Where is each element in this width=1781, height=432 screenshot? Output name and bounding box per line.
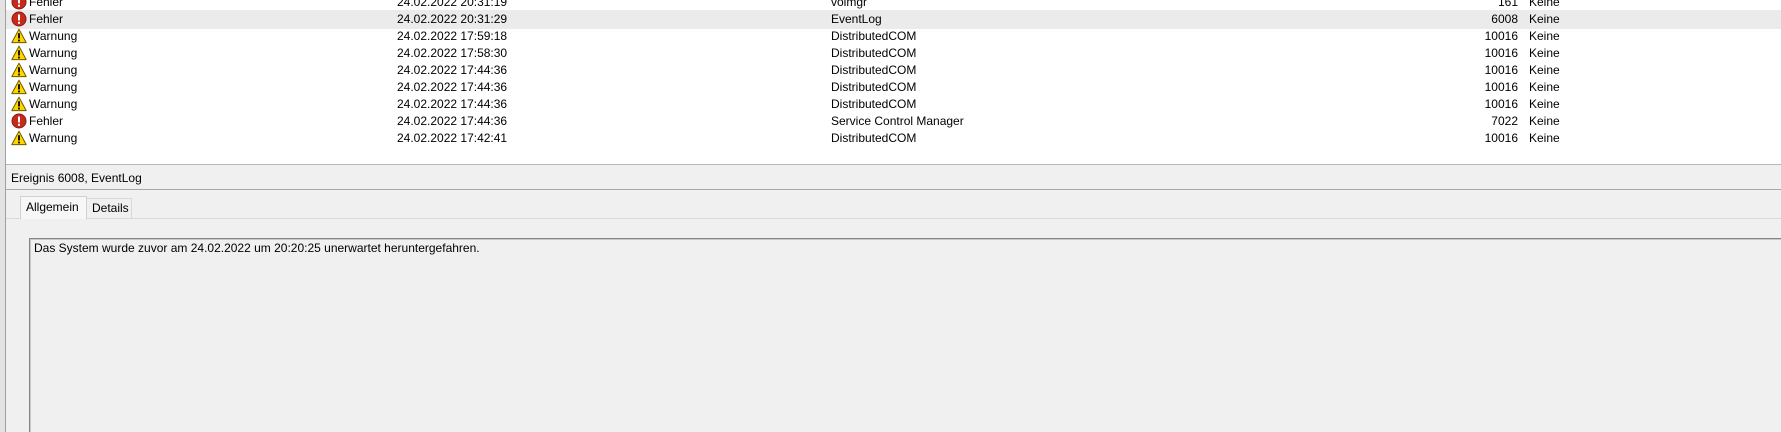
event-level-label: Warnung xyxy=(29,80,78,94)
event-level-label: Fehler xyxy=(29,12,64,26)
tab-general[interactable]: Allgemein xyxy=(20,196,87,219)
event-date-cell: 24.02.2022 17:42:41 xyxy=(397,131,508,145)
detail-tab-strip: Allgemein Details xyxy=(6,196,1781,219)
event-level-label: Warnung xyxy=(29,29,78,43)
warning-icon xyxy=(11,130,27,146)
error-icon xyxy=(11,113,27,129)
warning-icon xyxy=(11,45,27,61)
event-row[interactable]: Warnung 24.02.2022 17:42:41 DistributedCOM… xyxy=(6,129,1781,148)
event-level-label: Fehler xyxy=(29,0,64,9)
warning-icon xyxy=(11,96,27,112)
error-icon xyxy=(11,11,27,27)
event-level-label: Warnung xyxy=(29,46,78,60)
warning-icon xyxy=(11,79,27,95)
event-message-text[interactable]: Das System wurde zuvor am 24.02.2022 um … xyxy=(29,238,1781,432)
event-level-label: Fehler xyxy=(29,114,64,128)
event-id-cell: 10016 xyxy=(1484,131,1518,145)
event-detail-title: Ereignis 6008, EventLog xyxy=(6,166,1781,190)
event-detail-panel: Ereignis 6008, EventLog Allgemein Detail… xyxy=(6,166,1781,432)
event-viewer-window: Fehler 24.02.2022 20:31:19 volmgr 161 Keine F… xyxy=(0,0,1781,432)
event-level-label: Warnung xyxy=(29,131,78,145)
event-task-category-cell: Keine xyxy=(1529,131,1560,145)
event-list: Fehler 24.02.2022 20:31:19 volmgr 161 Keine F… xyxy=(6,0,1781,165)
event-level-label: Warnung xyxy=(29,97,78,111)
event-source-cell: DistributedCOM xyxy=(831,131,917,145)
warning-icon xyxy=(11,62,27,78)
warning-icon xyxy=(11,28,27,44)
event-level-cell: Warnung xyxy=(11,129,391,148)
event-level-label: Warnung xyxy=(29,63,78,77)
tab-details[interactable]: Details xyxy=(86,198,132,218)
error-icon xyxy=(11,0,27,10)
